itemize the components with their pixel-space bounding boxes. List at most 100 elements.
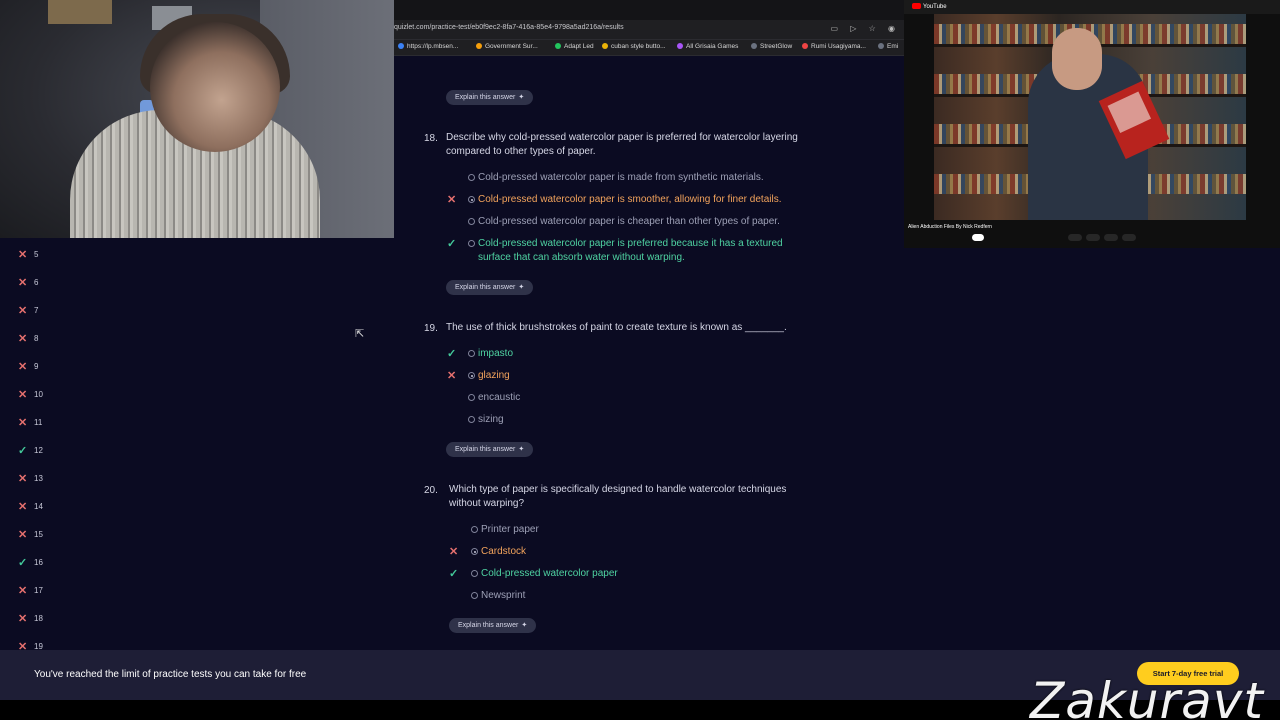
sidebar-item-18[interactable]: ✕ 18 — [18, 612, 43, 628]
sidebar-item-16[interactable]: ✓ 16 — [18, 556, 43, 572]
sidebar-item-9[interactable]: ✕ 9 — [18, 360, 38, 376]
sidebar-item-15[interactable]: ✕ 15 — [18, 528, 43, 544]
webcam-overlay — [0, 0, 394, 238]
streamer-watermark: Zakuravt — [1030, 672, 1264, 720]
browser-tab-strip — [394, 0, 904, 20]
radio-icon — [471, 526, 478, 533]
youtube-play-icon — [912, 3, 921, 9]
bookmarks-bar: https://lp.mbsen... Government Sur... Ad… — [394, 40, 904, 56]
answer-option-correct[interactable]: impasto — [468, 347, 513, 361]
check-icon: ✓ — [449, 568, 459, 580]
radio-icon — [468, 218, 475, 225]
question-number: 20. — [424, 485, 438, 496]
wrong-icon: ✕ — [18, 529, 28, 541]
question-number: 18. — [424, 133, 438, 144]
mouse-cursor-icon: ⇱ — [355, 328, 365, 340]
wrong-icon: ✕ — [18, 361, 28, 373]
sparkle-icon: ✦ — [518, 94, 525, 101]
wrong-icon: ✕ — [18, 417, 28, 429]
explain-answer-button[interactable]: Explain this answer ✦ — [446, 442, 534, 457]
radio-icon — [468, 174, 475, 181]
explain-answer-button[interactable]: Explain this answer ✦ — [446, 90, 534, 105]
answer-option-selected[interactable]: Cold-pressed watercolor paper is smoothe… — [468, 193, 781, 207]
youtube-video-title[interactable]: Alien Abduction Files By Nick Redfern — [908, 224, 992, 230]
sidebar-item-11[interactable]: ✕ 11 — [18, 416, 42, 432]
radio-icon — [468, 416, 475, 423]
check-icon: ✓ — [18, 445, 28, 457]
wrong-icon: ✕ — [449, 546, 459, 558]
sidebar-item-7[interactable]: ✕ 7 — [18, 304, 38, 320]
bookmark-icon — [677, 43, 683, 49]
bookmark-icon — [398, 43, 404, 49]
bookmark[interactable]: cuban style butto... — [602, 43, 666, 50]
bookmark[interactable]: https://lp.mbsen... — [398, 43, 458, 50]
bookmark[interactable]: Rumi Usagiyama... — [802, 43, 866, 50]
sidebar-item-12[interactable]: ✓ 12 — [18, 444, 43, 460]
explain-answer-button[interactable]: Explain this answer ✦ — [446, 280, 534, 295]
youtube-video-actions — [908, 233, 1280, 245]
bookmark[interactable]: StreetGlow — [751, 43, 792, 50]
answer-option[interactable]: Cold-pressed watercolor paper is made fr… — [468, 171, 764, 185]
bookmark[interactable]: Adapt Led — [555, 43, 594, 50]
radio-selected-icon — [468, 196, 475, 203]
subscribe-button[interactable] — [972, 234, 984, 241]
wrong-icon: ✕ — [18, 305, 28, 317]
banner-message: You've reached the limit of practice tes… — [34, 669, 307, 680]
sidebar-item-14[interactable]: ✕ 14 — [18, 500, 43, 516]
bookmark-icon — [555, 43, 561, 49]
answer-option[interactable]: Printer paper — [471, 523, 539, 537]
wrong-icon: ✕ — [18, 613, 28, 625]
webcam-person-head — [150, 22, 280, 152]
radio-icon — [468, 350, 475, 357]
youtube-video-player[interactable] — [934, 14, 1246, 220]
answer-option[interactable]: Newsprint — [471, 589, 525, 603]
sidebar-item-5[interactable]: ✕ 5 — [18, 248, 38, 264]
youtube-logo[interactable]: YouTube — [912, 3, 947, 10]
explain-answer-button[interactable]: Explain this answer ✦ — [449, 618, 537, 633]
bookmark-icon — [802, 43, 808, 49]
answer-option-correct[interactable]: Cold-pressed watercolor paper is preferr… — [468, 237, 818, 265]
youtube-window-overlay[interactable]: YouTube Alien Abduction Files By Nick Re… — [904, 0, 1280, 248]
bookmark[interactable]: Emi — [878, 43, 898, 50]
answer-option-selected[interactable]: Cardstock — [471, 545, 526, 559]
youtube-topbar: YouTube — [904, 0, 1280, 14]
check-icon: ✓ — [447, 238, 457, 250]
answer-option[interactable]: encaustic — [468, 391, 520, 405]
sidebar-item-13[interactable]: ✕ 13 — [18, 472, 43, 488]
bookmark-icon — [602, 43, 608, 49]
sparkle-icon: ✦ — [518, 284, 525, 291]
browser-toolbar-icons[interactable]: ▭ ▷ ☆ ◉ — [830, 24, 900, 33]
share-button[interactable] — [1086, 234, 1100, 241]
sidebar-item-17[interactable]: ✕ 17 — [18, 584, 43, 600]
like-button[interactable] — [1068, 234, 1082, 241]
bookmark[interactable]: Government Sur... — [476, 43, 538, 50]
sidebar-item-6[interactable]: ✕ 6 — [18, 276, 38, 292]
sidebar-item-10[interactable]: ✕ 10 — [18, 388, 43, 404]
bookmark-icon — [476, 43, 482, 49]
radio-icon — [471, 592, 478, 599]
wrong-icon: ✕ — [447, 370, 457, 382]
sidebar-item-8[interactable]: ✕ 8 — [18, 332, 38, 348]
bookmark-icon — [751, 43, 757, 49]
wrong-icon: ✕ — [447, 194, 457, 206]
wrong-icon: ✕ — [18, 389, 28, 401]
save-button[interactable] — [1104, 234, 1118, 241]
sparkle-icon: ✦ — [521, 622, 528, 629]
bookmark[interactable]: All Grisaia Games — [677, 43, 738, 50]
answer-option[interactable]: sizing — [468, 413, 504, 427]
browser-address-bar[interactable]: quizlet.com/practice-test/eb0f9ec2-8fa7-… — [394, 20, 904, 40]
radio-selected-icon — [471, 548, 478, 555]
question-text: The use of thick brushstrokes of paint t… — [446, 322, 787, 333]
answer-option-selected[interactable]: glazing — [468, 369, 510, 383]
question-number: 19. — [424, 323, 438, 334]
url-text[interactable]: quizlet.com/practice-test/eb0f9ec2-8fa7-… — [394, 24, 624, 31]
wrong-icon: ✕ — [18, 501, 28, 513]
answer-option[interactable]: Cold-pressed watercolor paper is cheaper… — [468, 215, 780, 229]
check-icon: ✓ — [18, 557, 28, 569]
radio-icon — [468, 394, 475, 401]
answer-option-correct[interactable]: Cold-pressed watercolor paper — [471, 567, 618, 581]
wrong-icon: ✕ — [18, 249, 28, 261]
video-presenter-face — [1052, 28, 1102, 90]
question-text: Describe why cold-pressed watercolor pap… — [446, 132, 798, 157]
more-button[interactable] — [1122, 234, 1136, 241]
